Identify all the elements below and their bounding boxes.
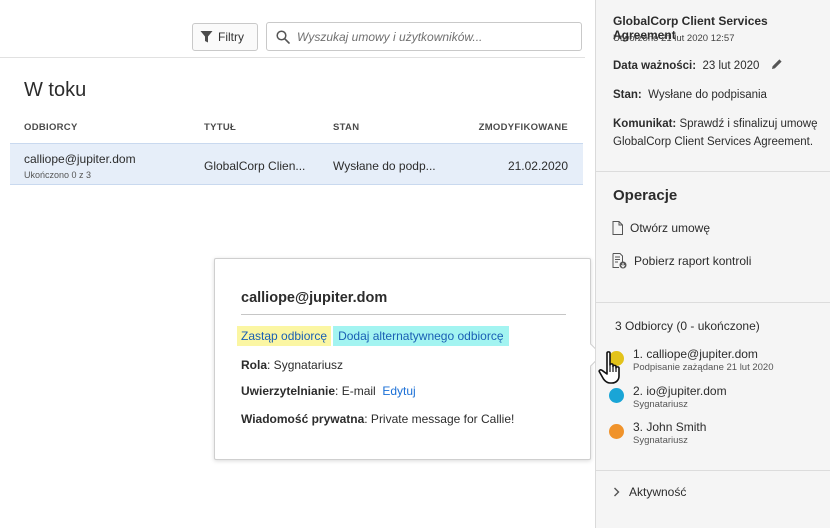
row-modified: 21.02.2020 xyxy=(507,159,568,173)
message-label: Komunikat: xyxy=(613,118,677,130)
column-header-modified[interactable]: ZMODYFIKOWANE xyxy=(479,122,568,133)
table-header: ODBIORCY TYTUŁ STAN ZMODYFIKOWANE xyxy=(10,120,583,142)
state-value: Wysłane do podpisania xyxy=(648,89,767,101)
separator xyxy=(596,302,830,303)
operations-title: Operacje xyxy=(613,187,678,204)
separator xyxy=(596,171,830,172)
hand-cursor-icon xyxy=(598,351,620,384)
recipient-status-dot xyxy=(609,388,624,403)
filter-icon xyxy=(200,31,213,43)
recipient-popover: calliope@jupiter.dom Zastąp odbiorcę Dod… xyxy=(214,258,603,460)
audit-report-icon xyxy=(612,253,627,269)
search-icon xyxy=(276,29,290,44)
auth-label: Uwierzytelnianie xyxy=(241,384,336,398)
toolbar: Filtry xyxy=(0,0,585,58)
recipient-status: Sygnatariusz xyxy=(633,435,688,446)
role-value: : Sygnatariusz xyxy=(267,358,344,372)
column-header-recipients[interactable]: ODBIORCY xyxy=(24,122,78,133)
activity-toggle[interactable]: Aktywność xyxy=(613,485,686,499)
recipient-name: 3. John Smith xyxy=(633,420,707,434)
search-input[interactable] xyxy=(297,29,577,44)
role-label: Rola xyxy=(241,358,268,372)
pencil-icon[interactable] xyxy=(771,58,783,70)
filter-button[interactable]: Filtry xyxy=(192,23,258,51)
recipient-status: Podpisanie zażądane 21 lut 2020 xyxy=(633,362,774,373)
details-panel: GlobalCorp Client Services Agreement Utw… xyxy=(595,0,830,528)
state-label: Stan: xyxy=(613,89,642,101)
table-row[interactable]: calliope@jupiter.dom Ukończono 0 z 3 Glo… xyxy=(10,143,583,185)
private-message-label: Wiadomość prywatna xyxy=(241,412,365,426)
activity-label: Aktywność xyxy=(629,485,687,499)
section-title: W toku xyxy=(24,79,87,101)
filter-button-label: Filtry xyxy=(218,30,244,44)
popover-title: calliope@jupiter.dom xyxy=(241,290,388,306)
open-agreement-label: Otwórz umowę xyxy=(630,221,711,235)
document-icon xyxy=(612,221,623,235)
expiry-value: 23 lut 2020 xyxy=(702,60,760,72)
expiry-label: Data ważności: xyxy=(613,60,697,72)
state-field: Stan: Wysłane do podpisania xyxy=(613,86,825,104)
popover-divider xyxy=(241,314,566,315)
recipient-name: 2. io@jupiter.dom xyxy=(633,384,727,398)
recipient-status-dot xyxy=(609,424,624,439)
auth-value: : E-mail xyxy=(335,384,376,398)
row-title: GlobalCorp Clien... xyxy=(204,159,306,173)
row-state: Wysłane do podp... xyxy=(333,159,436,173)
popover-actions: Zastąp odbiorcę Dodaj alternatywnego odb… xyxy=(237,326,509,346)
edit-auth-link[interactable]: Edytuj xyxy=(382,384,415,398)
row-progress: Ukończono 0 z 3 xyxy=(24,170,92,180)
popover-auth: Uwierzytelnianie: E-mail Edytuj xyxy=(241,384,416,398)
expiry-field: Data ważności: 23 lut 2020 xyxy=(613,57,825,75)
chevron-right-icon xyxy=(614,487,620,497)
search-box[interactable] xyxy=(266,22,582,51)
separator xyxy=(596,470,830,471)
popover-private-message: Wiadomość prywatna: Private message for … xyxy=(241,412,514,426)
recipient-name: 1. calliope@jupiter.dom xyxy=(633,347,758,361)
column-header-state[interactable]: STAN xyxy=(333,122,359,133)
message-field: Komunikat: Sprawdź i sfinalizuj umowę Gl… xyxy=(613,115,825,151)
open-agreement-link[interactable]: Otwórz umowę xyxy=(612,221,710,235)
recipients-heading: 3 Odbiorcy (0 - ukończone) xyxy=(615,319,760,333)
download-audit-report-label: Pobierz raport kontroli xyxy=(634,254,752,268)
recipient-status: Sygnatariusz xyxy=(633,399,688,410)
column-header-title[interactable]: TYTUŁ xyxy=(204,122,236,133)
row-recipient: calliope@jupiter.dom xyxy=(24,152,136,166)
download-audit-report-link[interactable]: Pobierz raport kontroli xyxy=(612,253,751,269)
private-message-value: : Private message for Callie! xyxy=(364,412,515,426)
popover-role: Rola: Sygnatariusz xyxy=(241,358,343,372)
agreement-created: Utworzono 21 lut 2020 12:57 xyxy=(613,33,735,44)
replace-recipient-link[interactable]: Zastąp odbiorcę xyxy=(237,326,332,346)
add-alternate-recipient-link[interactable]: Dodaj alternatywnego odbiorcę xyxy=(333,326,509,346)
